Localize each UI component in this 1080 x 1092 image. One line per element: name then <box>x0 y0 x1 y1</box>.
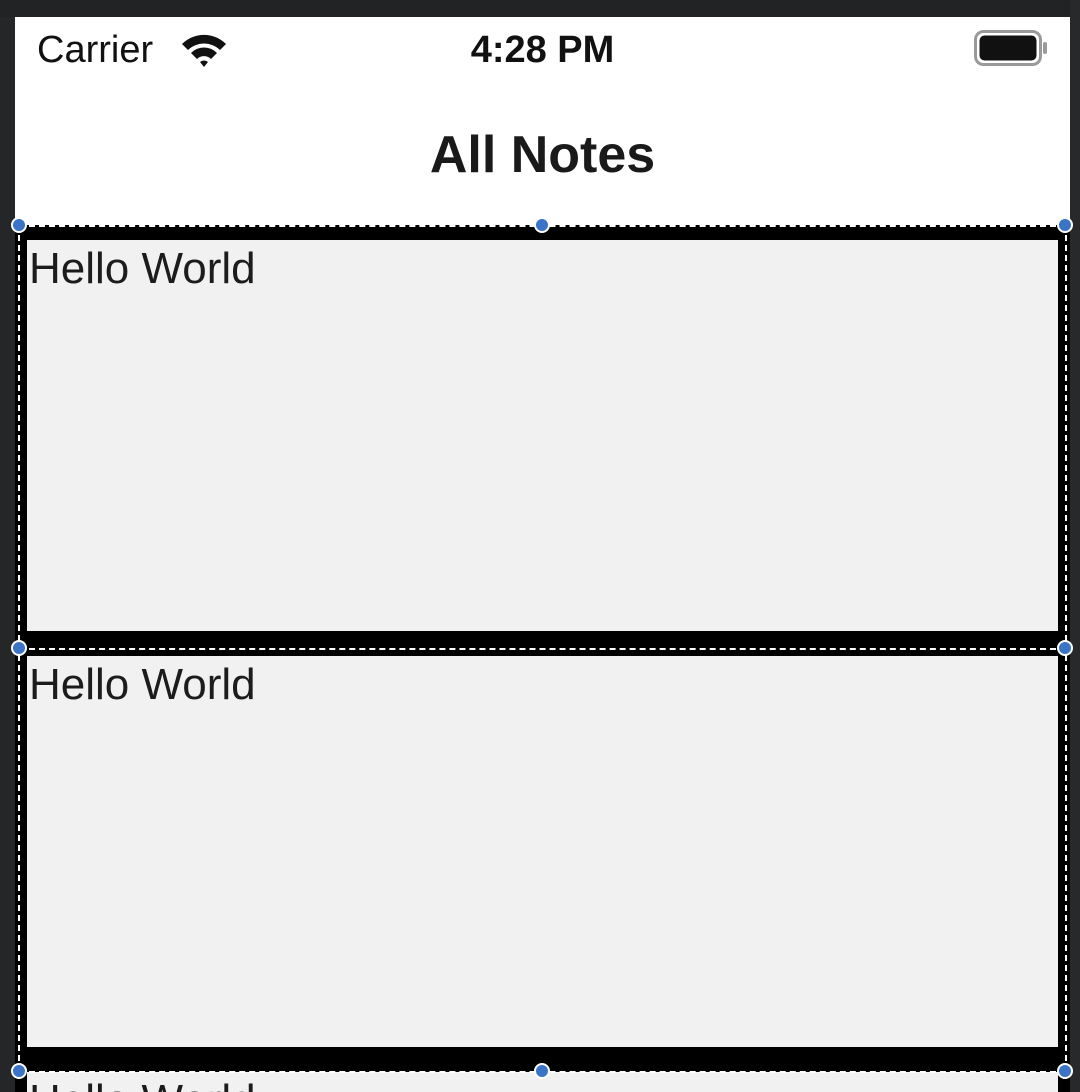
battery-icon <box>974 30 1047 66</box>
note-title: Hello World <box>29 1076 256 1092</box>
resize-handle-bottom-center[interactable] <box>534 1063 550 1079</box>
status-bar: Carrier 4:28 PM <box>15 17 1070 89</box>
navigation-bar: All Notes <box>15 89 1070 225</box>
resize-handle-middle-right[interactable] <box>1057 640 1073 656</box>
notes-table[interactable]: Hello World Hello World Hello World <box>15 225 1070 1092</box>
selection-outline-middle <box>19 648 1066 650</box>
resize-handle-middle-left[interactable] <box>11 640 27 656</box>
device-screen: Carrier 4:28 PM All Notes Hello World He… <box>15 17 1070 1092</box>
resize-handle-top-right[interactable] <box>1057 217 1073 233</box>
note-cell[interactable]: Hello World <box>27 656 1058 1047</box>
resize-handle-bottom-left[interactable] <box>11 1063 27 1079</box>
interface-builder-canvas: Carrier 4:28 PM All Notes Hello World He… <box>0 0 1080 1092</box>
status-time: 4:28 PM <box>470 29 615 71</box>
nav-title: All Notes <box>429 126 656 184</box>
note-cell[interactable]: Hello World <box>27 240 1058 631</box>
canvas-top-edge <box>0 0 1080 17</box>
resize-handle-bottom-right[interactable] <box>1057 1063 1073 1079</box>
note-title: Hello World <box>29 660 256 709</box>
canvas-right-edge <box>1070 0 1080 1092</box>
resize-handle-top-left[interactable] <box>11 217 27 233</box>
resize-handle-top-center[interactable] <box>534 217 550 233</box>
note-title: Hello World <box>29 244 256 293</box>
